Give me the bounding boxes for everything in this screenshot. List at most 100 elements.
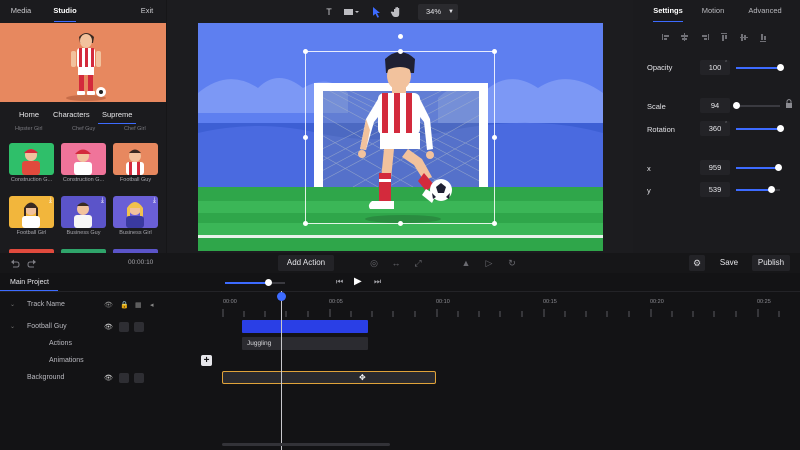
shape-tool-icon[interactable] [341, 4, 361, 20]
category-tab-home[interactable]: Home [19, 110, 39, 119]
x-slider[interactable] [736, 164, 782, 171]
publish-button[interactable]: Publish [752, 255, 790, 271]
resize-handle[interactable] [492, 49, 497, 54]
football-guy-clip[interactable] [242, 320, 368, 333]
rectangle-dropdown-icon [344, 9, 359, 15]
eye-icon[interactable]: 👁 [104, 301, 113, 309]
flip-horizontal-icon[interactable]: ↔ [388, 255, 404, 271]
x-input[interactable]: 959 [700, 160, 730, 175]
selection-box[interactable] [305, 51, 495, 224]
add-action-button[interactable]: Add Action [278, 255, 334, 271]
skip-back-icon[interactable]: ⏮ [336, 277, 343, 287]
visibility-toggle[interactable] [134, 322, 144, 332]
properties-panel: Settings Motion Advanced Opacity 100 ⌃ S… [633, 0, 800, 253]
resize-handle[interactable] [303, 49, 308, 54]
lock-ratio-icon[interactable] [786, 99, 792, 109]
y-slider[interactable] [736, 186, 780, 193]
character-thumbnail [74, 149, 92, 175]
track-animations[interactable]: Animations [49, 357, 84, 364]
lock-icon[interactable]: 🔒 [120, 301, 129, 309]
warning-icon[interactable]: ▲ [458, 255, 474, 271]
playback-slider[interactable] [225, 279, 285, 286]
download-icon[interactable]: ⤓ [49, 197, 52, 205]
resize-icon[interactable]: ⤢ [410, 255, 426, 271]
track-football-guy[interactable]: Football Guy [27, 323, 67, 330]
opacity-slider[interactable] [736, 64, 784, 71]
category-tab-supreme[interactable]: Supreme [97, 110, 137, 124]
tab-media[interactable]: Media [0, 0, 42, 22]
scale-slider[interactable] [733, 102, 780, 109]
lock-toggle[interactable] [119, 322, 129, 332]
ruler-tick-label: 00:10 [436, 299, 450, 305]
playback-slider-knob[interactable] [265, 279, 272, 286]
animation-clip-juggling[interactable]: Juggling [242, 337, 368, 350]
resize-handle[interactable] [398, 49, 403, 54]
lock-toggle[interactable] [119, 373, 129, 383]
text-tool-icon[interactable]: T [322, 4, 336, 20]
camera-icon[interactable]: ▦ [135, 301, 142, 309]
exit-button[interactable]: Exit [128, 0, 166, 22]
left-panel: Media Studio Exit Home Characters Suprem… [0, 0, 166, 253]
playhead-handle[interactable] [277, 292, 286, 301]
rotation-slider[interactable] [736, 125, 784, 132]
add-track-button[interactable]: + [201, 355, 212, 366]
play-icon[interactable]: ▶ [354, 276, 362, 287]
scale-input[interactable]: 94 [700, 98, 730, 113]
resize-handle[interactable] [303, 135, 308, 140]
hand-tool-icon[interactable] [390, 4, 404, 20]
eye-icon[interactable]: 👁 [104, 374, 113, 382]
time-display: 00:00:10 [128, 259, 154, 266]
rotate-handle[interactable] [398, 34, 403, 39]
scene-canvas[interactable] [198, 23, 603, 251]
character-card[interactable]: ⤓ Business Guy [61, 196, 106, 236]
tab-motion[interactable]: Motion [693, 0, 733, 22]
target-icon[interactable]: ◎ [366, 255, 382, 271]
align-right-icon [708, 34, 709, 40]
lock-icon [786, 99, 792, 108]
character-card-label: Construction G... [62, 177, 105, 183]
eye-icon[interactable]: 👁 [104, 323, 113, 331]
resize-handle[interactable] [398, 221, 403, 226]
loop-icon[interactable]: ↻ [504, 255, 520, 271]
visibility-toggle[interactable] [134, 373, 144, 383]
category-tab-characters[interactable]: Characters [53, 110, 90, 119]
stepper-arrows-icon[interactable]: ⌃ [724, 122, 728, 127]
redo-icon[interactable] [27, 257, 37, 269]
tab-advanced[interactable]: Advanced [741, 0, 789, 22]
select-tool-icon[interactable] [369, 4, 383, 20]
project-tab[interactable]: Main Project [10, 279, 49, 286]
resize-handle[interactable] [492, 221, 497, 226]
ruler-tick-label: 00:05 [329, 299, 343, 305]
character-card[interactable]: Construction G... [9, 143, 54, 183]
horizontal-scrollbar[interactable] [222, 443, 390, 446]
character-thumbnail [126, 202, 144, 228]
tab-studio[interactable]: Studio [44, 0, 86, 22]
zoom-dropdown[interactable]: 34% ▼ [418, 4, 458, 20]
volume-icon[interactable]: ◂ [150, 301, 154, 309]
resize-handle[interactable] [303, 221, 308, 226]
undo-icon[interactable] [10, 257, 20, 269]
download-icon[interactable]: ⤓ [101, 197, 104, 205]
character-card[interactable]: Construction G... [61, 143, 106, 183]
track-actions[interactable]: Actions [49, 340, 72, 347]
track-background[interactable]: Background [27, 374, 64, 381]
character-card[interactable]: ⤓ Business Girl [113, 196, 158, 236]
character-card[interactable]: ⤓ Football Girl [9, 196, 54, 236]
download-icon[interactable]: ⤓ [153, 197, 156, 205]
y-input[interactable]: 539 [700, 182, 730, 197]
resize-handle[interactable] [492, 135, 497, 140]
stepper-arrows-icon[interactable]: ⌃ [724, 61, 728, 66]
track-name-header: Track Name [27, 301, 65, 308]
chevron-down-icon[interactable]: ⌄ [10, 323, 15, 330]
play-step-icon[interactable]: ▷ [481, 255, 497, 271]
save-button[interactable]: Save [714, 255, 744, 271]
chevron-down-icon[interactable]: ⌄ [10, 301, 15, 308]
gear-icon[interactable]: ⚙ [689, 255, 705, 271]
background-clip[interactable]: ✥ [222, 371, 436, 384]
tab-settings[interactable]: Settings [645, 0, 691, 22]
opacity-label: Opacity [647, 63, 673, 72]
skip-forward-icon[interactable]: ⏭ [374, 277, 381, 287]
character-card[interactable]: Football Guy [113, 143, 158, 183]
character-preview [0, 23, 166, 102]
action-bar: 00:00:10 Add Action ◎ ↔ ⤢ ▲ ▷ ↻ ⚙ Save P… [0, 253, 800, 273]
